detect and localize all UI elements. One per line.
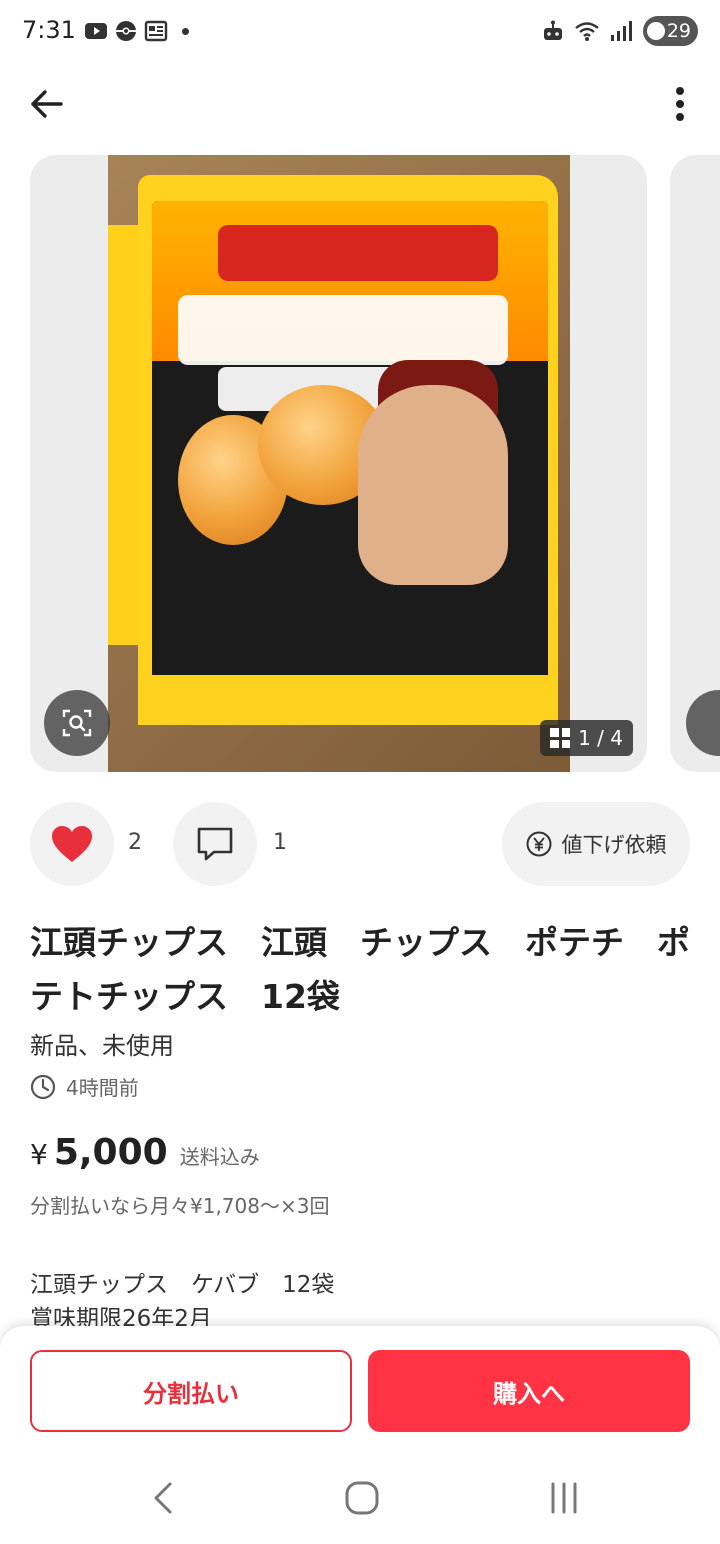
yen-circle-icon [526,831,551,857]
comment-count: 1 [273,830,287,855]
youtube-icon [85,23,107,39]
clock-icon [30,1074,56,1099]
status-icons-left [84,20,189,42]
comment-icon [197,827,233,861]
grid-icon [550,728,571,748]
price-offer-button[interactable]: 値下げ依頼 [502,802,690,886]
like-count: 2 [128,830,142,855]
image-search-button[interactable] [44,690,110,756]
image-counter[interactable]: 1 / 4 [540,720,633,756]
chip-bag-bottom [138,675,558,725]
status-bar: 7:31 29 [0,0,720,64]
arrow-left-icon [31,90,63,118]
heart-icon [52,826,92,862]
pokeball-icon [116,21,136,41]
like-button[interactable] [30,802,114,886]
comment-button[interactable] [173,802,257,886]
app-bar [0,68,720,140]
battery-saver-icon [646,22,665,40]
shipping-label: 送料込み [179,1145,260,1169]
posted-time: 4時間前 [30,1072,139,1101]
nav-home-icon[interactable] [344,1480,380,1516]
signal-icon [610,21,632,41]
nav-recents-icon[interactable] [546,1480,582,1516]
status-time: 7:31 [22,16,76,44]
action-row: 2 1 値下げ依頼 [30,802,690,886]
posted-time-text: 4時間前 [66,1076,139,1100]
image-search-button-next[interactable] [686,690,720,756]
system-nav-bar [0,1456,720,1544]
more-vertical-icon [676,87,684,121]
bag-logo-white [178,295,508,365]
product-photo[interactable] [108,155,570,772]
currency-symbol: ¥ [30,1138,48,1171]
gallery-card-current[interactable]: 1 / 4 [30,155,647,772]
bag-logo-red [218,225,498,281]
battery-icon: 29 [642,16,698,46]
image-counter-text: 1 / 4 [578,726,623,750]
more-options-button[interactable] [664,82,696,126]
status-icons-right: 29 [541,16,698,46]
item-condition: 新品、未使用 [30,1032,174,1060]
price-offer-label: 値下げ依頼 [561,833,667,857]
image-gallery[interactable]: 1 / 4 [30,155,720,772]
installment-info: 分割払いなら月々¥1,708〜×3回 [30,1194,330,1218]
price-row: ¥ 5,000 送料込み [30,1132,260,1173]
buy-button[interactable]: 購入へ [368,1350,690,1432]
item-title: 江頭チップス 江頭 チップス ポテチ ポテトチップス 12袋 [30,923,690,1016]
back-button[interactable] [22,82,70,126]
nav-back-icon[interactable] [144,1478,184,1518]
gallery-card-next[interactable] [670,155,720,772]
robot-icon [543,20,562,40]
description-line: 江頭チップス ケバブ 12袋 [30,1272,335,1298]
image-search-icon [62,709,92,737]
person-figure [358,385,508,585]
item-price: 5,000 [53,1132,168,1173]
installment-button[interactable]: 分割払い [30,1350,352,1432]
news-icon [144,20,168,42]
wifi-icon [575,22,599,41]
notification-dot-icon [182,27,189,35]
bottom-action-panel: 分割払い 購入へ [0,1326,720,1456]
battery-level: 29 [666,20,691,42]
